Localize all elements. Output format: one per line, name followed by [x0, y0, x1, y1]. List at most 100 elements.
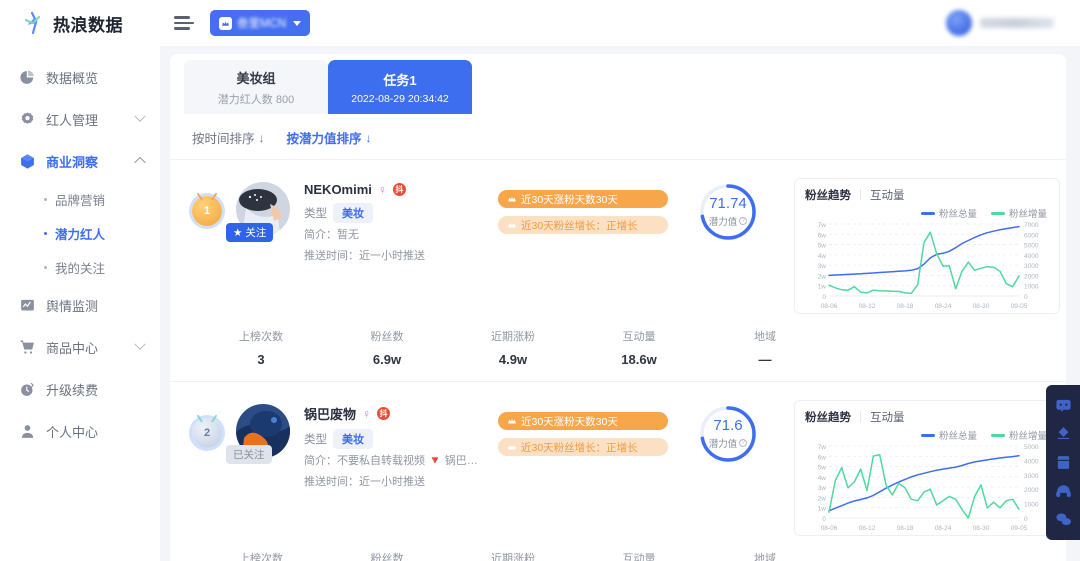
legend-swatch: [920, 211, 935, 215]
svg-text:0: 0: [822, 516, 826, 523]
chart-plot: 0 1w 2w 3w 4w 5w 6w 7w 0 1000 2000 3000 4000 5000 08-0…: [818, 444, 1039, 532]
stat-interaction: 互动量 18.6w: [576, 328, 702, 367]
chart-plot: 0 1w 2w 3w 4w 5w 6w 7w 0 1000 2000 3000 4000 5000 6000…: [818, 222, 1039, 310]
stat-region: 地域 —: [702, 328, 828, 367]
influencer-bio: 简介：不要私自转载视频 🔻 锅巴也...: [304, 455, 482, 467]
stats-row: 上榜次数 5 粉丝数 6w 近期涨粉 5w 互动量 32.8w: [188, 536, 828, 561]
fans-trend-chart: 粉丝趋势 | 互动量 粉丝总量 粉丝增量 0 1w 2w 3w 4w 5w 6w…: [794, 400, 1060, 536]
stat-label: 近期涨粉: [491, 553, 535, 561]
tab-task-1[interactable]: 任务1 2022-08-29 20:34:42: [328, 60, 472, 114]
sidebar-item-sentiment-monitor[interactable]: 舆情监测: [0, 284, 160, 326]
score-ring-progress: [700, 406, 756, 462]
svg-text:1w: 1w: [818, 506, 827, 513]
tab-beauty-group[interactable]: 美妆组 潜力红人数 800: [184, 60, 328, 114]
sidebar-item-upgrade-renew[interactable]: 升级续费: [0, 368, 160, 410]
influencer-info: 锅巴废物 ♀ 抖 类型 美妆 简介：不要私自转载视频 🔻 锅巴也... 推送时间…: [304, 400, 482, 491]
stat-label: 上榜次数: [239, 331, 283, 343]
sidebar-subitem-my-follows[interactable]: 我的关注: [0, 250, 160, 284]
stat-label: 上榜次数: [239, 553, 283, 561]
stat-label: 近期涨粉: [491, 331, 535, 343]
sidebar-item-influencer-mgmt[interactable]: 红人管理: [0, 98, 160, 140]
stat-label: 粉丝数: [370, 331, 404, 343]
stat-recent-growth: 近期涨粉 4.9w: [450, 328, 576, 367]
person-icon: [18, 422, 36, 440]
avatar: [946, 10, 972, 36]
divider: |: [859, 189, 862, 201]
sidebar-item-product-center[interactable]: 商品中心: [0, 326, 160, 368]
influencer-push-time: 推送时间：近一小时推送: [304, 249, 425, 262]
svg-text:6w: 6w: [818, 232, 827, 239]
influencer-tags: 近30天涨粉天数30天 近30天粉丝增长：正增长: [498, 400, 668, 456]
svg-text:2000: 2000: [1024, 273, 1039, 280]
potential-score: 71.6 潜力值 ?: [668, 400, 788, 464]
sidebar-subitem-brand-marketing[interactable]: 品牌营销: [0, 182, 160, 216]
tag-label: 近30天粉丝增长：正增长: [521, 441, 638, 454]
svg-text:08-12: 08-12: [859, 303, 876, 310]
chart-tab-interaction[interactable]: 互动量: [870, 187, 905, 203]
brand[interactable]: 热浪数据: [0, 11, 160, 36]
score-ring-progress: [700, 184, 756, 240]
avatar-wrap[interactable]: 已关注: [226, 404, 290, 464]
sidebar-subitem-potential-influencers[interactable]: 潜力红人: [0, 216, 160, 250]
svg-text:08-24: 08-24: [935, 303, 952, 310]
collapse-menu-icon[interactable]: [174, 14, 194, 32]
female-icon: ♀: [377, 182, 387, 197]
tag-fan-growth: 近30天粉丝增长：正增长: [498, 438, 668, 456]
stats-row: 上榜次数 3 粉丝数 6.9w 近期涨粉 4.9w 互动量 18.6w 地域 —: [188, 314, 828, 369]
tag-label: 近30天粉丝增长：正增长: [521, 219, 638, 232]
chart-header: 粉丝趋势 | 互动量: [805, 187, 1051, 203]
star-icon: ★: [233, 226, 243, 239]
svg-text:7w: 7w: [818, 222, 827, 229]
sidebar-item-business-insight[interactable]: 商业洞察: [0, 140, 160, 182]
stat-region: 地域 —: [702, 550, 828, 561]
tab-subtitle: 潜力红人数 800: [217, 93, 295, 106]
svg-text:08-12: 08-12: [859, 525, 876, 532]
influencer-name-row: 锅巴废物 ♀ 抖: [304, 404, 482, 423]
mcn-selector-button[interactable]: 叁里MCN: [210, 10, 311, 36]
follow-button[interactable]: 已关注: [226, 445, 272, 464]
score-ring: 71.6 潜力值 ?: [698, 404, 758, 464]
svg-text:08-24: 08-24: [935, 525, 952, 532]
svg-text:4w: 4w: [818, 475, 827, 482]
score-ring: 71.74 潜力值 ?: [698, 182, 758, 242]
main-content: 美妆组 潜力红人数 800 任务1 2022-08-29 20:34:42 按时…: [160, 46, 1080, 561]
sidebar-item-label: 红人管理: [46, 112, 99, 128]
sort-by-potential[interactable]: 按潜力值排序 ↓: [287, 128, 372, 147]
stat-recent-growth: 近期涨粉 5w: [450, 550, 576, 561]
rank-badge: 2: [192, 415, 222, 448]
sidebar-item-personal-center[interactable]: 个人中心: [0, 410, 160, 452]
sort-bar: 按时间排序 ↓ 按潜力值排序 ↓: [170, 114, 1066, 160]
svg-text:5w: 5w: [818, 465, 827, 472]
diamond-icon[interactable]: [1054, 425, 1072, 443]
user-area[interactable]: [946, 10, 1080, 36]
stat-appearances: 上榜次数 3: [198, 328, 324, 367]
wechat-icon[interactable]: [1054, 511, 1072, 529]
fans-trend-chart: 粉丝趋势 | 互动量 粉丝总量 粉丝增量 0 1w 2w 3w 4w 5w 6w…: [794, 178, 1060, 314]
svg-text:4000: 4000: [1024, 458, 1039, 465]
follow-button[interactable]: ★ 关注: [226, 223, 274, 242]
stat-label: 互动量: [622, 553, 656, 561]
svg-text:3w: 3w: [818, 263, 827, 270]
badge-star-icon: [18, 110, 36, 128]
chart-tab-fans-trend[interactable]: 粉丝趋势: [805, 187, 851, 203]
sidebar-item-label: 舆情监测: [46, 298, 99, 314]
avatar-wrap[interactable]: ★ 关注: [226, 182, 290, 242]
bullet-icon: [44, 265, 47, 269]
stat-value: 3: [257, 352, 265, 367]
chat-bubble-icon[interactable]: [1054, 396, 1072, 414]
douyin-badge-icon: 抖: [377, 407, 391, 420]
sidebar-subitem-label: 品牌营销: [55, 193, 106, 208]
sort-by-time[interactable]: 按时间排序 ↓: [192, 128, 265, 147]
book-icon[interactable]: [1054, 453, 1072, 471]
legend-fan-growth: 粉丝增量: [990, 206, 1047, 220]
stat-fans: 粉丝数 6w: [324, 550, 450, 561]
headset-icon[interactable]: [1054, 482, 1072, 500]
douyin-badge-icon: 抖: [392, 183, 406, 196]
chart-tab-fans-trend[interactable]: 粉丝趋势: [805, 409, 851, 425]
card-top-row: 1 ★ 关注 NEKOmimi ♀ 抖 类型 美妆 简介：暂无 推送时间：近一小…: [188, 178, 1060, 314]
chart-tab-interaction[interactable]: 互动量: [870, 409, 905, 425]
sidebar-item-overview[interactable]: 数据概览: [0, 56, 160, 98]
crown-icon: [508, 222, 516, 228]
svg-text:4000: 4000: [1024, 253, 1039, 260]
influencer-bio: 简介：暂无: [304, 229, 359, 241]
